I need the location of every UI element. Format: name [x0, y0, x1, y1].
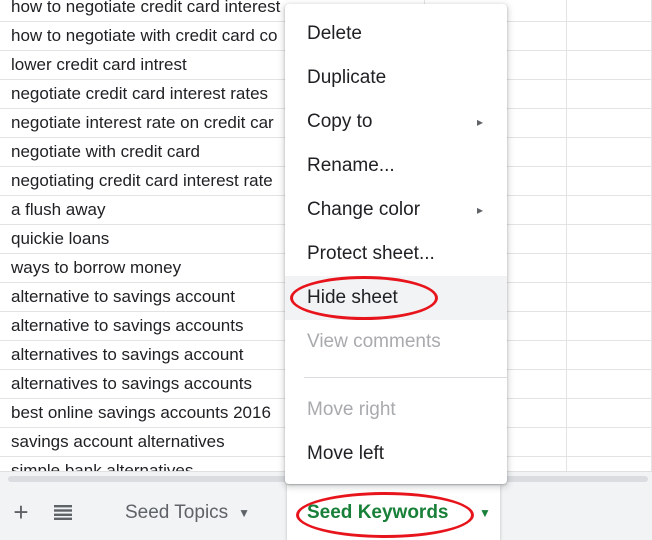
menu-item-move-right: Move right — [285, 388, 507, 432]
menu-item-label: View comments — [307, 331, 441, 352]
menu-item-label: Protect sheet... — [307, 243, 435, 264]
menu-item-label: Move left — [307, 443, 385, 464]
empty-cell[interactable] — [567, 312, 652, 340]
sheet-context-menu: Delete Duplicate Copy to ▸ Rename... Chan… — [285, 4, 507, 484]
menu-item-delete[interactable]: Delete — [285, 12, 507, 56]
empty-cell[interactable] — [567, 22, 652, 50]
empty-cell[interactable] — [567, 80, 652, 108]
menu-item-label: Duplicate — [307, 67, 387, 88]
empty-cell[interactable] — [567, 0, 652, 21]
submenu-arrow-icon: ▸ — [476, 115, 483, 129]
menu-item-view-comments: View comments — [285, 320, 507, 364]
menu-item-label: Move right — [307, 399, 396, 420]
all-sheets-button[interactable] — [48, 497, 78, 527]
menu-item-label: Rename... — [307, 155, 395, 176]
tab-label: Seed Keywords — [307, 501, 449, 523]
menu-item-label: Change color — [307, 199, 421, 220]
empty-cell[interactable] — [567, 399, 652, 427]
empty-cell[interactable] — [567, 428, 652, 456]
empty-cell[interactable] — [567, 167, 652, 195]
empty-cell[interactable] — [567, 370, 652, 398]
menu-item-change-color[interactable]: Change color ▸ — [285, 188, 507, 232]
chevron-down-icon[interactable]: ▼ — [238, 506, 250, 520]
empty-cell[interactable] — [567, 254, 652, 282]
menu-item-duplicate[interactable]: Duplicate — [285, 56, 507, 100]
tab-label: Seed Topics — [125, 501, 229, 523]
empty-cell[interactable] — [567, 51, 652, 79]
empty-cell[interactable] — [567, 196, 652, 224]
plus-icon: + — [13, 497, 29, 527]
tab-seed-topics[interactable]: Seed Topics ▼ — [105, 485, 285, 540]
chevron-down-icon[interactable]: ▼ — [479, 506, 491, 520]
empty-cell[interactable] — [567, 283, 652, 311]
add-sheet-button[interactable]: + — [6, 497, 36, 527]
annotation-ellipse-hide-sheet — [290, 276, 438, 320]
menu-divider — [304, 377, 507, 378]
menu-item-move-left[interactable]: Move left — [285, 432, 507, 476]
empty-cell[interactable] — [567, 109, 652, 137]
list-icon — [54, 505, 72, 520]
menu-item-rename[interactable]: Rename... — [285, 144, 507, 188]
submenu-arrow-icon: ▸ — [476, 203, 483, 217]
empty-cell[interactable] — [567, 138, 652, 166]
empty-cell[interactable] — [567, 341, 652, 369]
menu-item-label: Delete — [307, 23, 362, 44]
menu-item-copy-to[interactable]: Copy to ▸ — [285, 100, 507, 144]
empty-cell[interactable] — [567, 225, 652, 253]
menu-item-protect-sheet[interactable]: Protect sheet... — [285, 232, 507, 276]
menu-item-label: Copy to — [307, 111, 373, 132]
empty-cell[interactable] — [567, 457, 652, 471]
